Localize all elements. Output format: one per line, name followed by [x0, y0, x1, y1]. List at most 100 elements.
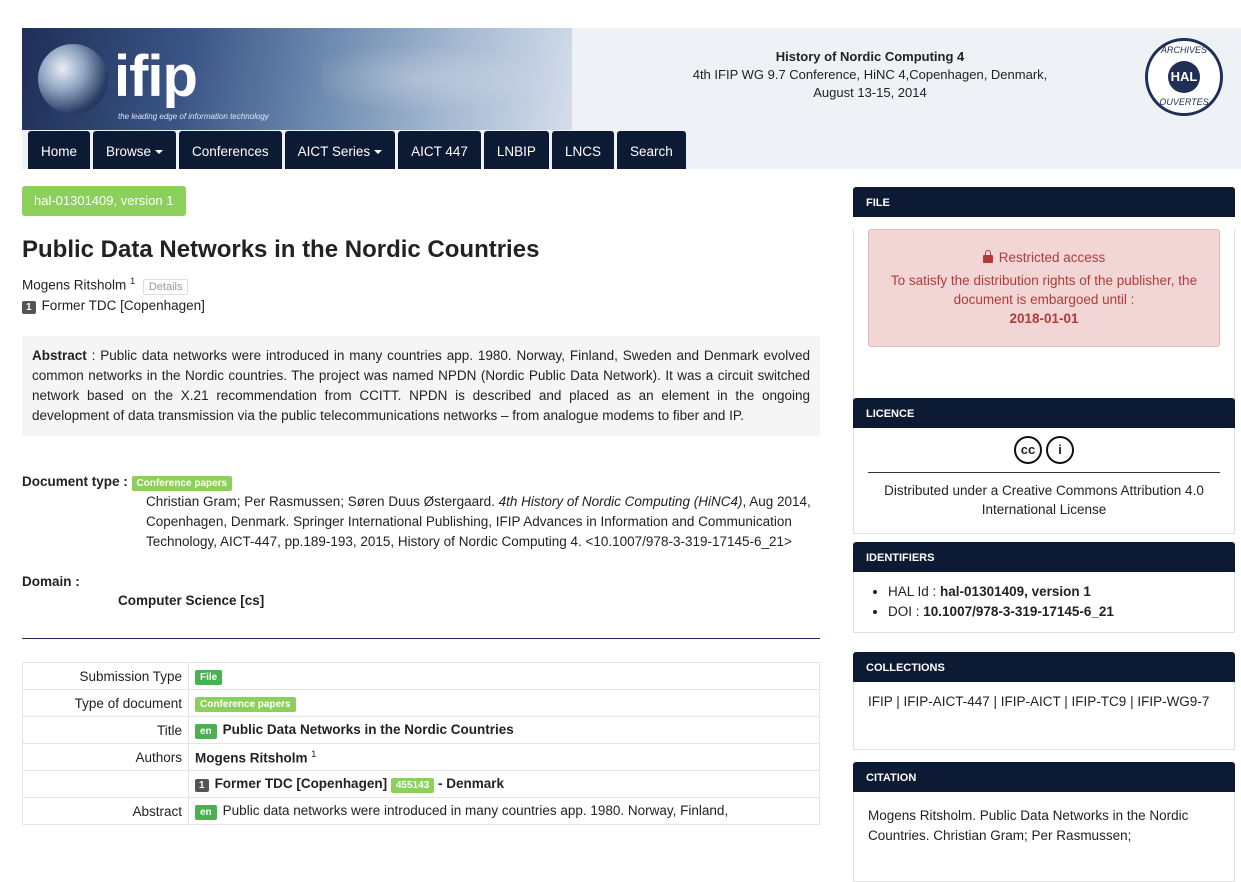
conference-title: History of Nordic Computing 4 — [775, 49, 965, 64]
conference-info: History of Nordic Computing 4 4th IFIP W… — [640, 48, 1100, 102]
meta-key: Abstract — [22, 797, 189, 825]
citation-panel-header: CITATION — [853, 762, 1235, 792]
language-badge: en — [195, 804, 217, 820]
collections-links[interactable]: IFIP | IFIP-AICT-447 | IFIP-AICT | IFIP-… — [854, 682, 1234, 722]
affiliation-name: Former TDC [Copenhagen] — [41, 298, 205, 313]
doctype-badge: Conference papers — [195, 696, 296, 712]
nav-aict-series[interactable]: AICT Series — [284, 131, 396, 169]
abstract-label: Abstract — [32, 348, 87, 363]
caret-down-icon — [155, 150, 164, 154]
cc-icons[interactable]: cc i — [854, 428, 1234, 464]
identifiers-list: HAL Id : hal-01301409, version 1 DOI : 1… — [854, 572, 1234, 632]
meta-title-value: Public Data Networks in the Nordic Count… — [222, 721, 514, 737]
ifip-logo-text: ifip — [114, 44, 198, 109]
identifiers-panel-header: IDENTIFIERS — [853, 542, 1235, 572]
citation-conference: 4th History of Nordic Computing (HiNC4) — [498, 494, 743, 509]
main-nav: Home Browse Conferences AICT Series AICT… — [28, 131, 686, 169]
abstract-text: Public data networks were introduced in … — [32, 348, 810, 423]
meta-abstract-value: Public data networks were introduced in … — [222, 802, 729, 818]
divider — [22, 638, 820, 639]
meta-affiliation: Former TDC [Copenhagen] — [214, 775, 388, 791]
restricted-text: To satisfy the distribution rights of th… — [890, 273, 1198, 307]
nav-conferences[interactable]: Conferences — [179, 131, 282, 169]
collections-panel-body: IFIP | IFIP-AICT-447 | IFIP-AICT | IFIP-… — [853, 682, 1235, 750]
lock-icon — [982, 250, 993, 263]
document-type: Document type : Conference papers — [22, 474, 233, 491]
list-item: HAL Id : hal-01301409, version 1 — [888, 582, 1220, 602]
domain-label: Domain : — [22, 574, 80, 589]
nav-home[interactable]: Home — [28, 131, 91, 169]
citation-panel: CITATION Mogens Ritsholm. Public Data Ne… — [853, 762, 1235, 882]
table-row: Type of document Conference papers — [22, 689, 820, 717]
author-sup: 1 — [311, 748, 317, 759]
doi-value[interactable]: 10.1007/978-3-319-17145-6_21 — [923, 604, 1114, 619]
nav-lnbip[interactable]: LNBIP — [483, 131, 549, 169]
citation-text: Mogens Ritsholm. Public Data Networks in… — [868, 808, 1189, 843]
citation-panel-body: Mogens Ritsholm. Public Data Networks in… — [853, 792, 1235, 882]
author-line: Mogens Ritsholm 1 Details — [22, 276, 189, 295]
table-row: Title en Public Data Networks in the Nord… — [22, 716, 820, 744]
nav-search[interactable]: Search — [616, 131, 686, 169]
table-row: Authors Mogens Ritsholm 1 — [22, 743, 820, 771]
nav-aict-447[interactable]: AICT 447 — [398, 131, 481, 169]
list-item: DOI : 10.1007/978-3-319-17145-6_21 — [888, 602, 1220, 622]
licence-panel: LICENCE cc i Distributed under a Creative… — [853, 398, 1235, 534]
restricted-title: Restricted access — [998, 250, 1106, 265]
file-panel-header: FILE — [853, 187, 1235, 217]
submission-type-badge: File — [195, 669, 223, 685]
meta-author-name[interactable]: Mogens Ritsholm — [195, 750, 308, 765]
meta-value: Mogens Ritsholm 1 — [188, 743, 820, 771]
domain-value[interactable]: Computer Science [cs] — [118, 593, 264, 608]
file-panel-body: Restricted access To satisfy the distrib… — [853, 229, 1235, 409]
hal-logo-center: HAL — [1168, 61, 1200, 93]
author-sup: 1 — [130, 276, 136, 286]
abstract-box: Abstract : Public data networks were int… — [22, 336, 820, 436]
hal-logo[interactable]: ARCHIVES HAL OUVERTES — [1145, 38, 1223, 116]
ifip-banner[interactable]: ifip the leading edge of information tec… — [22, 28, 572, 130]
metadata-table: Submission Type File Type of document Co… — [22, 662, 820, 825]
version-badge: hal-01301409, version 1 — [22, 186, 186, 216]
table-row: Submission Type File — [22, 662, 820, 690]
file-panel: FILE Restricted access To satisfy the di… — [853, 187, 1235, 409]
identifiers-panel-body: HAL Id : hal-01301409, version 1 DOI : 1… — [853, 572, 1235, 633]
affiliation-country: - Denmark — [437, 775, 505, 791]
cc-icon: cc — [1014, 436, 1042, 464]
meta-value: en Public Data Networks in the Nordic Cou… — [188, 716, 820, 744]
meta-key: Type of document — [22, 689, 189, 717]
hal-id-value[interactable]: hal-01301409, version 1 — [940, 584, 1091, 599]
table-row: Abstract en Public data networks were int… — [22, 797, 820, 825]
meta-value: File — [188, 662, 820, 690]
collections-panel-header: COLLECTIONS — [853, 652, 1235, 682]
meta-key: Title — [22, 716, 189, 744]
nav-lncs[interactable]: LNCS — [551, 131, 614, 169]
meta-value: Conference papers — [188, 689, 820, 717]
doctype-badge: Conference papers — [131, 476, 233, 491]
meta-key: Authors — [22, 743, 189, 771]
world-map-graphic — [322, 38, 562, 118]
attribution-icon: i — [1046, 436, 1074, 464]
conference-subtitle: 4th IFIP WG 9.7 Conference, HiNC 4,Copen… — [692, 67, 1048, 82]
conference-dates: August 13-15, 2014 — [813, 85, 927, 100]
licence-panel-header: LICENCE — [853, 398, 1235, 428]
page-title: Public Data Networks in the Nordic Count… — [22, 236, 540, 263]
collections-panel: COLLECTIONS IFIP | IFIP-AICT-447 | IFIP-… — [853, 652, 1235, 750]
meta-value: en Public data networks were introduced i… — [188, 797, 820, 825]
meta-key — [22, 770, 189, 798]
nav-browse[interactable]: Browse — [93, 131, 177, 169]
hal-logo-top-text: ARCHIVES — [1160, 45, 1207, 55]
affiliation-id-badge[interactable]: 455143 — [390, 777, 435, 793]
author-name[interactable]: Mogens Ritsholm — [22, 278, 126, 293]
caret-down-icon — [374, 150, 383, 154]
doctype-label: Document type : — [22, 474, 128, 489]
affiliation-number: 1 — [195, 778, 209, 792]
meta-value: 1 Former TDC [Copenhagen] 455143 - Denmar… — [188, 770, 820, 798]
hal-logo-bottom-text: OUVERTES — [1159, 97, 1209, 107]
affiliation-number: 1 — [22, 301, 36, 314]
globe-icon — [38, 44, 108, 114]
details-button[interactable]: Details — [142, 278, 189, 295]
language-badge: en — [195, 723, 217, 739]
restricted-access-alert: Restricted access To satisfy the distrib… — [868, 229, 1220, 347]
meta-key: Submission Type — [22, 662, 189, 690]
licence-text: Distributed under a Creative Commons Att… — [884, 483, 1204, 517]
embargo-date: 2018-01-01 — [1009, 311, 1079, 326]
